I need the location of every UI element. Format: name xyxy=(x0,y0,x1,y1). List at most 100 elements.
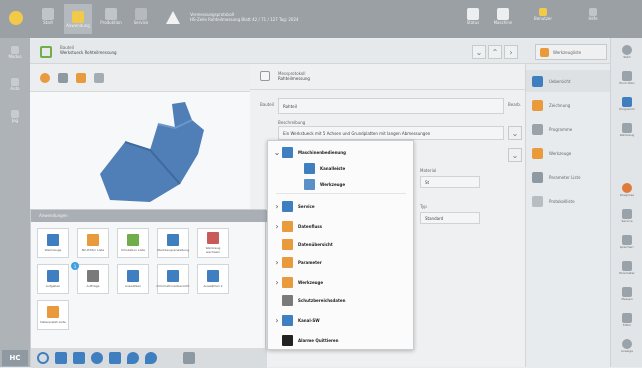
expand-arrow-icon[interactable]: › xyxy=(272,202,282,211)
app-tile[interactable]: NC-Editor Liste xyxy=(77,228,109,258)
expand-arrow-icon[interactable]: › xyxy=(272,258,282,267)
context-menu-item-label: Alarme Quittieren xyxy=(298,337,339,343)
nav-up-button[interactable]: ⌃ xyxy=(488,45,502,59)
side-menu-item-overview[interactable]: Uebersicht xyxy=(526,70,611,92)
nav-next-button[interactable]: › xyxy=(504,45,518,59)
side-menu-item-parameters[interactable]: Parameter Liste xyxy=(526,166,611,188)
right-rail-tool[interactable]: Werkzeug xyxy=(615,118,639,142)
app-tile-icon xyxy=(87,270,99,282)
description-field[interactable]: Ein Werkstueck mit 5 Achsen und Grundpla… xyxy=(278,126,504,140)
context-menu-item[interactable]: Kanalleiste xyxy=(268,161,413,175)
header-right-user[interactable]: Benutzer xyxy=(525,8,561,32)
document-icon[interactable] xyxy=(109,352,121,364)
apps-grid: Werkzeuge NC-Editor Liste Simulation Liste… xyxy=(37,228,267,338)
app-tile[interactable]: Werkzeugverwaltung xyxy=(157,228,189,258)
section-header: Messprotokoll Rohteilmessung xyxy=(250,64,525,90)
right-rail-measure[interactable]: Messen xyxy=(615,282,639,306)
chevron-down-icon[interactable]: ⌄ xyxy=(508,148,522,162)
right-rail-setup[interactable]: Einrichten xyxy=(615,66,639,90)
context-menu-item-label: Parameter xyxy=(298,259,322,265)
right-rail-diagnosis[interactable]: Diagnose xyxy=(615,178,639,202)
right-rail-program[interactable]: Programm xyxy=(615,92,639,116)
context-menu-item[interactable]: Alarme Quittieren xyxy=(268,333,413,347)
context-menu-item[interactable]: ⌄ Maschinenbedienung xyxy=(268,145,413,159)
chart-icon[interactable] xyxy=(73,352,85,364)
material-field[interactable]: St xyxy=(420,176,480,188)
location-icon[interactable] xyxy=(145,352,157,364)
context-menu-item[interactable]: › Werkzeuge xyxy=(268,275,413,289)
tab-application[interactable]: Anwendung xyxy=(64,4,92,34)
expand-arrow-icon[interactable]: › xyxy=(272,222,282,231)
right-rail-save[interactable]: Speichern xyxy=(615,230,639,254)
app-tile[interactable]: Informationsübersicht xyxy=(157,264,189,294)
folder-icon[interactable] xyxy=(55,352,67,364)
left-rail-auto[interactable]: Auto xyxy=(4,78,26,98)
app-tile[interactable]: Aufträge xyxy=(77,264,109,294)
right-rail-service[interactable]: Service xyxy=(615,204,639,228)
tool-list-button[interactable]: Werkzeugliste xyxy=(535,44,607,60)
type-field[interactable]: Standard xyxy=(420,212,480,224)
settings-icon[interactable] xyxy=(94,73,104,83)
header-right-status[interactable]: Status xyxy=(462,8,484,32)
context-menu-item[interactable]: › Parameter xyxy=(268,255,413,269)
search-icon[interactable] xyxy=(37,352,49,364)
chevron-down-icon[interactable]: ⌄ xyxy=(508,126,522,140)
preview-panel xyxy=(30,64,250,209)
context-menu-item-label: Schutzbereichsdaten xyxy=(298,297,346,303)
left-rail-jog[interactable]: Jog xyxy=(4,110,26,130)
right-rail-start[interactable]: Start xyxy=(615,40,639,64)
right-rail-editor[interactable]: Editor xyxy=(615,308,639,332)
app-tile-label: Informationsübersicht xyxy=(156,284,190,288)
tab-production[interactable]: Produktion xyxy=(100,8,122,30)
tab-start[interactable]: Start xyxy=(38,8,58,30)
part-3d-model[interactable] xyxy=(80,94,230,206)
mode-icon xyxy=(11,46,19,54)
menu-icon[interactable] xyxy=(183,352,195,364)
measure-icon[interactable] xyxy=(76,73,86,83)
left-rail-mode[interactable]: Modus xyxy=(4,46,26,66)
expand-arrow-icon[interactable]: › xyxy=(272,316,282,325)
right-rail-parameters[interactable]: Parameter xyxy=(615,256,639,280)
right-rail-display[interactable]: Anzeige xyxy=(615,334,639,358)
app-icon xyxy=(72,10,84,23)
app-tile[interactable]: Simulation Liste xyxy=(117,228,149,258)
app-tile-icon xyxy=(167,234,179,246)
side-menu-item-protocols[interactable]: Protokollliste xyxy=(526,190,611,212)
context-menu-item[interactable]: › Datenfluss xyxy=(268,219,413,233)
breadcrumb-current: Werkstueck Rohteilmessung xyxy=(60,50,117,55)
app-tile-icon xyxy=(47,270,59,282)
header-right-help[interactable]: Hilfe xyxy=(576,8,610,32)
drawing-icon xyxy=(532,99,543,111)
side-menu-item-tools[interactable]: Werkzeuge xyxy=(526,142,611,164)
location-icon[interactable] xyxy=(127,352,139,364)
tab-service[interactable]: Service xyxy=(130,8,152,30)
chevron-down-icon[interactable]: ⌄ xyxy=(472,45,486,59)
expand-arrow-icon[interactable]: ⌄ xyxy=(272,148,282,157)
app-tile[interactable]: Aufgaben xyxy=(37,264,69,294)
side-menu-item-programs[interactable]: Programme xyxy=(526,118,611,140)
header-title: Vermessungsprotokoll HS-Zeile Rohteilmes… xyxy=(190,12,299,22)
app-tile[interactable]: Werkzeuge xyxy=(37,228,69,258)
expand-arrow-icon[interactable]: › xyxy=(272,278,282,287)
context-menu-item[interactable]: › Service xyxy=(268,199,413,213)
side-menu: Uebersicht Zeichnung Programme Werkzeuge… xyxy=(525,64,611,367)
save-icon xyxy=(622,235,632,245)
app-tile[interactable]: Werkzeug wechseln xyxy=(197,228,229,258)
protocol-icon xyxy=(260,71,270,81)
view-icon[interactable] xyxy=(58,73,68,83)
app-tile[interactable]: Datenpaket Liste xyxy=(37,300,69,330)
part-field[interactable]: Rohteil xyxy=(278,98,504,114)
context-menu-item[interactable]: › Kanal-SW xyxy=(268,313,413,327)
app-tile[interactable]: Auswählen xyxy=(117,264,149,294)
side-menu-item-drawing[interactable]: Zeichnung xyxy=(526,94,611,116)
app-tile[interactable]: Auswählen 2 xyxy=(197,264,229,294)
home-icon xyxy=(42,8,54,20)
user-icon[interactable] xyxy=(91,352,103,364)
header-right-machine[interactable]: Maschine xyxy=(492,8,514,32)
tools-icon xyxy=(532,147,543,159)
orbit-icon[interactable] xyxy=(40,73,50,83)
edit-label[interactable]: Bearb. xyxy=(508,102,524,107)
context-menu-item[interactable]: Datenübersicht xyxy=(268,237,413,251)
context-menu-item[interactable]: Schutzbereichsdaten xyxy=(268,293,413,307)
context-menu-item[interactable]: Werkzeuge xyxy=(268,177,413,191)
